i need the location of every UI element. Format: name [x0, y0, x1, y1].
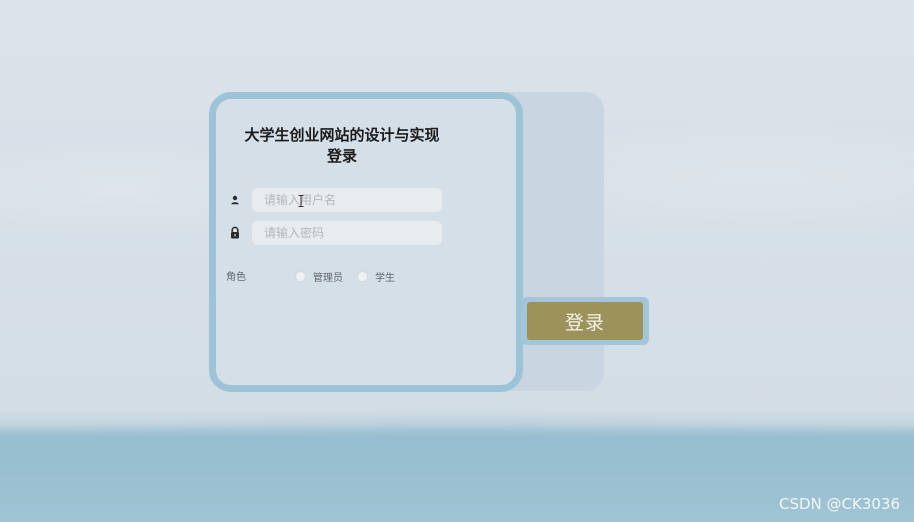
- radio-circle-icon[interactable]: [295, 270, 306, 282]
- login-title: 大学生创业网站的设计与实现登录: [244, 126, 440, 165]
- background-sea: [0, 425, 914, 522]
- role-option-label: 学生: [375, 272, 395, 284]
- password-row: [228, 221, 448, 245]
- watermark: CSDN @CK3036: [779, 495, 901, 513]
- password-input[interactable]: [252, 221, 442, 245]
- role-option-label: 管理员: [313, 272, 343, 284]
- role-option-admin[interactable]: 管理员: [295, 268, 343, 284]
- username-input[interactable]: [252, 188, 442, 212]
- login-button-frame: 登录: [521, 297, 649, 345]
- login-button[interactable]: 登录: [527, 302, 643, 340]
- login-card: 大学生创业网站的设计与实现登录 角色 管理员 学生: [209, 92, 523, 392]
- username-row: [228, 188, 448, 212]
- radio-circle-icon[interactable]: [357, 270, 368, 282]
- user-icon: [231, 195, 239, 205]
- text-cursor-icon: [298, 195, 304, 207]
- lock-icon: [231, 226, 239, 239]
- role-label: 角色: [226, 272, 246, 283]
- role-row: 角色 管理员 学生: [226, 268, 426, 284]
- role-option-student[interactable]: 学生: [357, 268, 395, 284]
